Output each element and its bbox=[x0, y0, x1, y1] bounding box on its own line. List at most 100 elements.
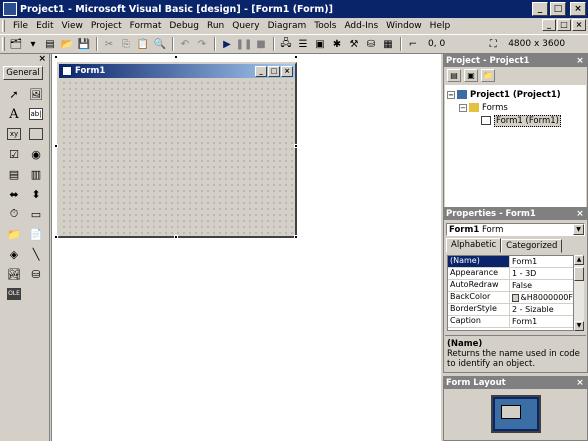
view-code-icon[interactable]: ▤ bbox=[447, 68, 461, 82]
dirlistbox-tool-icon[interactable]: 📁 bbox=[3, 224, 25, 244]
pointer-tool-icon[interactable]: ➚ bbox=[3, 84, 25, 104]
close-button[interactable]: × bbox=[570, 2, 586, 16]
start-icon[interactable]: ▶ bbox=[219, 36, 235, 52]
menu-query[interactable]: Query bbox=[228, 21, 263, 31]
project-panel-header[interactable]: Project - Project1 × bbox=[444, 55, 587, 67]
menu-editor-icon[interactable]: ▤ bbox=[42, 36, 58, 52]
vb-app-icon[interactable] bbox=[3, 2, 17, 16]
form-layout-close-icon[interactable]: × bbox=[575, 378, 585, 388]
menu-tools[interactable]: Tools bbox=[310, 21, 340, 31]
resize-handle-n[interactable] bbox=[174, 55, 178, 59]
scroll-up-icon[interactable]: ▲ bbox=[574, 255, 584, 265]
form1-close-button[interactable]: × bbox=[281, 65, 293, 77]
property-row[interactable]: Appearance 1 - 3D bbox=[448, 268, 573, 280]
property-row[interactable]: BorderStyle 2 - Sizable bbox=[448, 304, 573, 316]
form1-maximize-button[interactable]: □ bbox=[268, 65, 280, 77]
save-project-icon[interactable]: 💾 bbox=[76, 36, 92, 52]
mdi-close-button[interactable]: × bbox=[572, 19, 586, 31]
view-object-icon[interactable]: ▣ bbox=[464, 68, 478, 82]
toolbar-grip[interactable] bbox=[2, 37, 5, 51]
redo-icon[interactable]: ↷ bbox=[194, 36, 210, 52]
menu-file[interactable]: File bbox=[9, 21, 32, 31]
commandbutton-tool-icon[interactable] bbox=[25, 124, 47, 144]
shape-tool-icon[interactable]: ◈ bbox=[3, 244, 25, 264]
form-layout-header[interactable]: Form Layout × bbox=[444, 377, 587, 389]
properties-scrollbar[interactable]: ▲ ▼ bbox=[574, 255, 584, 331]
optionbutton-tool-icon[interactable]: ◉ bbox=[25, 144, 47, 164]
add-project-icon[interactable]: 🗂 bbox=[8, 36, 24, 52]
resize-handle-ne[interactable] bbox=[294, 55, 298, 59]
properties-panel-close-icon[interactable]: × bbox=[575, 209, 585, 219]
scroll-thumb[interactable] bbox=[574, 267, 584, 281]
form1-minimize-button[interactable]: _ bbox=[255, 65, 267, 77]
form1-grid-canvas[interactable] bbox=[61, 80, 293, 234]
form-designer-workspace[interactable]: Form1 _ □ × bbox=[51, 54, 441, 441]
properties-panel-header[interactable]: Properties - Form1 × bbox=[444, 208, 587, 220]
end-icon[interactable]: ■ bbox=[253, 36, 269, 52]
cut-icon[interactable]: ✂ bbox=[101, 36, 117, 52]
label-tool-icon[interactable]: A bbox=[3, 104, 25, 124]
listbox-tool-icon[interactable]: ▥ bbox=[25, 164, 47, 184]
mdi-minimize-button[interactable]: _ bbox=[542, 19, 556, 31]
minimize-button[interactable]: _ bbox=[532, 2, 548, 16]
tab-categorized[interactable]: Categorized bbox=[501, 239, 563, 253]
combobox-tool-icon[interactable]: ▤ bbox=[3, 164, 25, 184]
frame-tool-icon[interactable]: xy bbox=[3, 124, 25, 144]
add-form-icon[interactable]: ▾ bbox=[25, 36, 41, 52]
drivelistbox-tool-icon[interactable]: ▭ bbox=[25, 204, 47, 224]
resize-handle-sw[interactable] bbox=[54, 235, 58, 239]
data-view-icon[interactable]: ⛁ bbox=[363, 36, 379, 52]
timer-tool-icon[interactable]: ⏱ bbox=[3, 204, 25, 224]
collapse-icon[interactable]: − bbox=[459, 103, 467, 112]
resize-handle-s[interactable] bbox=[174, 235, 178, 239]
toolbox-close-icon[interactable]: × bbox=[38, 54, 46, 64]
toolbox-icon[interactable]: ⚒ bbox=[346, 36, 362, 52]
menu-help[interactable]: Help bbox=[426, 21, 455, 31]
form1-designer-window[interactable]: Form1 _ □ × bbox=[57, 62, 297, 238]
image-tool-icon[interactable]: 🏞 bbox=[3, 264, 25, 284]
toggle-folders-icon[interactable]: 📁 bbox=[481, 68, 495, 82]
tree-item-project[interactable]: − Project1 (Project1) bbox=[447, 88, 584, 101]
form1-title-bar[interactable]: Form1 _ □ × bbox=[59, 64, 295, 78]
resize-handle-se[interactable] bbox=[294, 235, 298, 239]
toolbox-header[interactable]: × bbox=[0, 54, 49, 64]
menu-debug[interactable]: Debug bbox=[165, 21, 203, 31]
tree-item-forms-folder[interactable]: − Forms bbox=[447, 101, 584, 114]
picturebox-tool-icon[interactable]: 🖼 bbox=[25, 84, 47, 104]
menu-diagram[interactable]: Diagram bbox=[264, 21, 311, 31]
object-selector[interactable]: Form1 Form ▼ bbox=[446, 223, 585, 236]
property-row[interactable]: Caption Form1 bbox=[448, 316, 573, 328]
copy-icon[interactable]: ⎘ bbox=[118, 36, 134, 52]
menu-run[interactable]: Run bbox=[203, 21, 228, 31]
checkbox-tool-icon[interactable]: ☑ bbox=[3, 144, 25, 164]
data-tool-icon[interactable]: ⛁ bbox=[25, 264, 47, 284]
open-project-icon[interactable]: 📂 bbox=[59, 36, 75, 52]
menu-project[interactable]: Project bbox=[87, 21, 126, 31]
vscrollbar-tool-icon[interactable]: ⬍ bbox=[25, 184, 47, 204]
component-manager-icon[interactable]: ▦ bbox=[380, 36, 396, 52]
menu-edit[interactable]: Edit bbox=[32, 21, 57, 31]
menu-format[interactable]: Format bbox=[126, 21, 166, 31]
ole-tool-icon[interactable]: OLE bbox=[3, 284, 25, 304]
object-browser-icon[interactable]: ✱ bbox=[329, 36, 345, 52]
scroll-down-icon[interactable]: ▼ bbox=[574, 321, 584, 331]
filelistbox-tool-icon[interactable]: 📄 bbox=[25, 224, 47, 244]
tab-alphabetic[interactable]: Alphabetic bbox=[446, 238, 502, 253]
mdi-restore-button[interactable]: □ bbox=[557, 19, 571, 31]
maximize-button[interactable]: □ bbox=[550, 2, 566, 16]
line-tool-icon[interactable]: ╲ bbox=[25, 244, 47, 264]
menu-add-ins[interactable]: Add-Ins bbox=[340, 21, 382, 31]
chevron-down-icon[interactable]: ▼ bbox=[573, 224, 584, 235]
form-position-preview[interactable] bbox=[501, 405, 521, 419]
menu-view[interactable]: View bbox=[58, 21, 87, 31]
tree-item-form1[interactable]: Form1 (Form1) bbox=[447, 114, 584, 127]
break-icon[interactable]: ❚❚ bbox=[236, 36, 253, 52]
undo-icon[interactable]: ↶ bbox=[177, 36, 193, 52]
textbox-tool-icon[interactable]: ab| bbox=[25, 104, 47, 124]
menu-window[interactable]: Window bbox=[382, 21, 426, 31]
form-layout-icon[interactable]: ▣ bbox=[312, 36, 328, 52]
paste-icon[interactable]: 📋 bbox=[135, 36, 151, 52]
collapse-icon[interactable]: − bbox=[447, 90, 455, 99]
hscrollbar-tool-icon[interactable]: ⬌ bbox=[3, 184, 25, 204]
property-row[interactable]: BackColor &H8000000F bbox=[448, 292, 573, 304]
